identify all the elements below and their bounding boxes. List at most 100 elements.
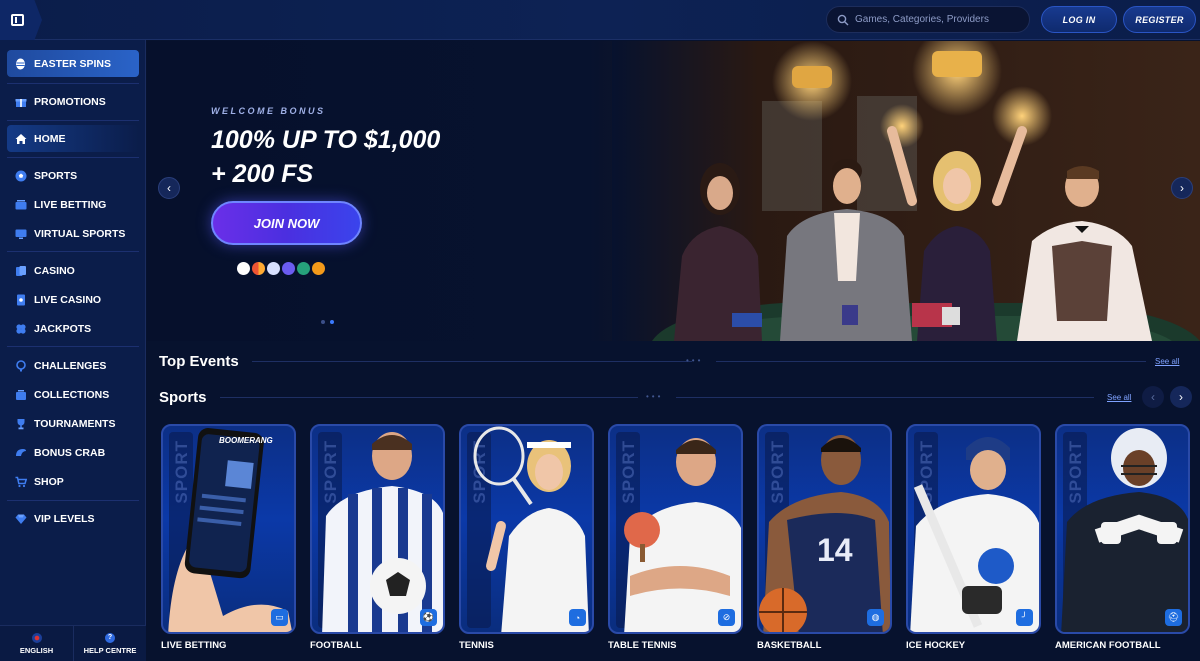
- sport-card-football[interactable]: SPORT ⚽: [310, 424, 445, 634]
- sports-next-button[interactable]: ›: [1170, 386, 1192, 408]
- live-icon: [14, 198, 27, 211]
- paddle-icon: ⊘: [718, 609, 735, 626]
- join-now-button[interactable]: JOIN NOW: [211, 201, 362, 245]
- chevron-right-icon: ›: [1179, 390, 1183, 404]
- divider: [7, 120, 139, 121]
- register-button[interactable]: REGISTER: [1123, 6, 1196, 33]
- target-icon: [14, 359, 27, 372]
- chevron-left-icon: ‹: [1151, 390, 1155, 404]
- sidebar-item-easter-spins[interactable]: EASTER SPINS: [7, 50, 139, 77]
- language-label: ENGLISH: [19, 645, 54, 655]
- sport-card-american-football[interactable]: SPORT ⛑: [1055, 424, 1190, 634]
- carousel-dot[interactable]: [321, 320, 325, 324]
- divider: [7, 346, 139, 347]
- soccer-ball-icon: ⚽: [420, 609, 437, 626]
- search-icon: [837, 14, 849, 25]
- sports-see-all-link[interactable]: See all: [1107, 393, 1131, 402]
- section-dots: •••: [646, 392, 664, 401]
- sidebar-item-bonus-crab[interactable]: BONUS CRAB: [7, 439, 139, 466]
- sport-card-ice-hockey[interactable]: SPORT ╯: [906, 424, 1041, 634]
- monitor-icon: [14, 227, 27, 240]
- sport-card-label: BASKETBALL: [757, 640, 822, 651]
- hero-headline: 100% UP TO $1,000 + 200 FS: [211, 123, 440, 191]
- chevron-left-icon: ‹: [167, 181, 171, 195]
- sport-card-label: TENNIS: [459, 640, 494, 651]
- dealer-icon: [14, 293, 27, 306]
- soccer-ball-icon: [14, 169, 27, 182]
- sidebar-item-label: PROMOTIONS: [34, 95, 106, 108]
- sport-card-tennis[interactable]: SPORT ◔: [459, 424, 594, 634]
- sidebar-item-label: BONUS CRAB: [34, 446, 106, 459]
- card-brand-text: BOOMERANG: [219, 436, 273, 445]
- divider: [252, 361, 692, 362]
- sidebar-item-label: EASTER SPINS: [34, 57, 112, 70]
- search-input[interactable]: [855, 14, 1015, 25]
- sidebar-item-label: HOME: [34, 132, 66, 145]
- sidebar-item-challenges[interactable]: CHALLENGES: [7, 352, 139, 379]
- sidebar-item-virtual-sports[interactable]: VIRTUAL SPORTS: [7, 220, 139, 247]
- sports-prev-button[interactable]: ‹: [1142, 386, 1164, 408]
- diamond-icon: [14, 512, 27, 525]
- sport-card-table-tennis[interactable]: SPORT ⊘: [608, 424, 743, 634]
- phone-in-hand-image: [168, 428, 293, 632]
- divider: [220, 397, 638, 398]
- sidebar-item-label: SPORTS: [34, 169, 78, 182]
- sidebar-item-sports[interactable]: SPORTS: [7, 162, 139, 189]
- login-button[interactable]: LOG IN: [1041, 6, 1117, 33]
- hero-next-button[interactable]: ›: [1171, 177, 1193, 199]
- sport-card-basketball[interactable]: SPORT 14 ◍: [757, 424, 892, 634]
- sidebar-item-home[interactable]: HOME: [7, 125, 139, 152]
- uk-flag-icon: [31, 632, 42, 643]
- gift-icon: [14, 95, 27, 108]
- hero-banner[interactable]: WELCOME BONUS 100% UP TO $1,000 + 200 FS…: [147, 41, 1200, 341]
- sidebar-item-tournaments[interactable]: TOURNAMENTS: [7, 410, 139, 437]
- basketball-icon: ◍: [867, 609, 884, 626]
- sidebar-item-live-casino[interactable]: LIVE CASINO: [7, 286, 139, 313]
- sidebar-item-label: LIVE BETTING: [34, 198, 107, 211]
- table-tennis-player-image: [624, 438, 741, 632]
- crab-icon: [14, 446, 27, 459]
- top-events-see-all-link[interactable]: See all: [1155, 357, 1179, 366]
- sidebar-item-casino[interactable]: CASINO: [7, 257, 139, 284]
- sidebar-item-jackpots[interactable]: JACKPOTS: [7, 315, 139, 342]
- sidebar-item-label: LIVE CASINO: [34, 293, 102, 306]
- sidebar-item-live-betting[interactable]: LIVE BETTING: [7, 191, 139, 218]
- divider: [7, 157, 139, 158]
- sidebar-item-label: TOURNAMENTS: [34, 417, 116, 430]
- sidebar-item-vip-levels[interactable]: VIP LEVELS: [7, 505, 139, 532]
- sidebar-item-label: COLLECTIONS: [34, 388, 110, 401]
- divider: [7, 500, 139, 501]
- home-icon: [14, 132, 27, 145]
- sidebar-item-collections[interactable]: COLLECTIONS: [7, 381, 139, 408]
- tennis-player-image: [473, 426, 589, 632]
- sidebar-item-label: JACKPOTS: [34, 322, 92, 335]
- sport-card-live-betting[interactable]: SPORT BOOMERANG ▭: [161, 424, 296, 634]
- help-centre-button[interactable]: ? HELP CENTRE: [73, 626, 146, 661]
- hero-eyebrow: WELCOME BONUS: [211, 106, 326, 116]
- casino-table-image: [612, 41, 1200, 341]
- hero-prev-button[interactable]: ‹: [158, 177, 180, 199]
- top-bar: LOG IN REGISTER: [0, 0, 1200, 40]
- sidebar-item-shop[interactable]: SHOP: [7, 468, 139, 495]
- sport-card-label: FOOTBALL: [310, 640, 362, 651]
- sidebar-item-label: CHALLENGES: [34, 359, 107, 372]
- sidebar-toggle-icon: [10, 14, 24, 26]
- language-button[interactable]: ENGLISH: [0, 626, 73, 661]
- hero-headline-line1: 100% UP TO $1,000: [211, 126, 441, 154]
- sidebar-item-label: VIRTUAL SPORTS: [34, 227, 126, 240]
- hero-headline-line2: + 200 FS: [211, 160, 314, 188]
- cards-icon: [14, 264, 27, 277]
- clover-icon: [14, 322, 27, 335]
- divider: [7, 251, 139, 252]
- sports-title: Sports: [159, 389, 207, 406]
- sidebar-toggle-button[interactable]: [0, 0, 42, 40]
- bitcoin-icon: [312, 262, 325, 275]
- american-football-player-image: [1061, 428, 1188, 632]
- sidebar-item-promotions[interactable]: PROMOTIONS: [7, 88, 139, 115]
- carousel-dot-active[interactable]: [330, 320, 334, 324]
- basketball-player-image: [759, 435, 890, 632]
- section-dots: •••: [686, 356, 704, 365]
- search-box[interactable]: [826, 6, 1030, 33]
- bank-icon: [267, 262, 280, 275]
- sport-card-label: TABLE TENNIS: [608, 640, 677, 651]
